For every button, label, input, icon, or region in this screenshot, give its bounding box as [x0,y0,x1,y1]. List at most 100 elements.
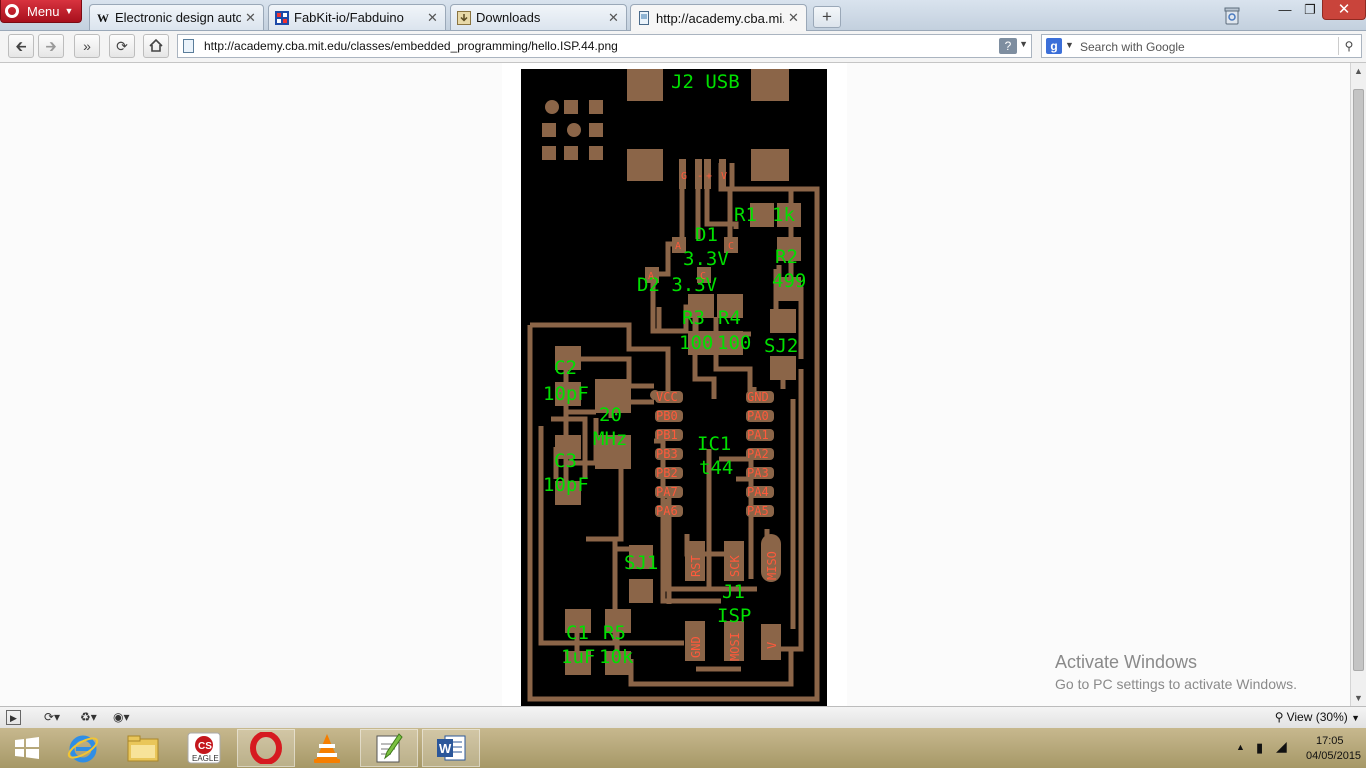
usb-pin-v: V [721,171,727,182]
c1-value: 1uF [561,646,595,668]
close-icon[interactable]: ✕ [427,10,439,26]
c3-label: C3 [554,450,577,472]
window-close-button[interactable]: ✕ [1322,0,1366,20]
maximize-button[interactable]: ❐ [1298,0,1322,20]
minimize-button[interactable]: — [1272,0,1298,20]
search-box[interactable]: g ▼ Search with Google ⚲ [1041,34,1362,58]
r2-label: R2 [775,246,798,268]
download-icon [457,10,471,25]
c1-label: C1 [566,622,589,644]
google-icon[interactable]: g [1046,38,1062,54]
closed-tabs-trash-icon[interactable] [1222,5,1242,25]
taskbar-internet-explorer[interactable] [54,729,112,767]
vertical-scrollbar[interactable]: ▲ ▼ [1350,63,1366,706]
scroll-up-arrow-icon[interactable]: ▲ [1351,63,1366,79]
vlc-icon [314,734,340,763]
d1-cathode: C [728,241,734,252]
sync-icon[interactable]: ⟳▾ [44,710,60,725]
chevron-down-icon: ▼ [64,6,74,16]
tab-strip: Menu ▼ W Electronic design auto... ✕ Fab… [0,0,1366,31]
taskbar-opera[interactable] [237,729,295,767]
chevron-down-icon[interactable]: ▼ [1065,40,1074,50]
isp-pin-gnd: GND [689,636,703,658]
chevron-down-icon[interactable]: ▼ [1019,39,1028,49]
ic-pin-left-4: PB3 [656,447,678,461]
tab-fabkit[interactable]: FabKit-io/Fabduino ✕ [268,4,446,30]
internet-explorer-icon [67,735,99,763]
ic-pin-right-1: GND [747,390,769,404]
tab-electronic-design[interactable]: W Electronic design auto... ✕ [89,4,264,30]
taskbar-file-explorer[interactable] [114,729,172,767]
search-icon[interactable]: ⚲ [1338,37,1359,55]
zoom-icon: ⚲ [1274,710,1284,724]
address-url[interactable]: http://academy.cba.mit.edu/classes/embed… [204,39,618,53]
svg-text:W: W [439,741,452,756]
forward-button[interactable]: 🡲 [38,34,64,58]
ic1-value: t44 [699,457,733,479]
ic-pin-right-6: PA4 [747,485,769,499]
ic-pin-left-6: PA7 [656,485,678,499]
d2-cathode: C [700,271,706,282]
c2-label: C2 [554,357,577,379]
j1-value: ISP [717,605,751,627]
sj2-label: SJ2 [764,335,798,357]
home-button[interactable] [143,34,169,58]
search-placeholder[interactable]: Search with Google [1080,40,1185,54]
eagle-icon: CS EAGLE [187,732,221,764]
ic-pin-left-1: VCC [656,390,678,404]
page-icon [183,39,194,53]
chevron-down-icon: ▼ [1351,713,1360,723]
navigation-bar: 🡰 🡲 » ⟳ http://academy.cba.mit.edu/class… [0,31,1366,63]
crystal-label: 20 [599,404,622,426]
folder-icon [127,735,159,762]
d1-anode: A [675,241,681,252]
reload-icon: ⟳ [116,38,128,54]
page-icon [637,11,651,25]
close-icon[interactable]: ✕ [608,10,620,26]
isp-pin-sck: SCK [728,555,742,577]
battery-icon[interactable]: ▮ [1256,740,1263,756]
clock-time[interactable]: 17:05 [1316,735,1344,747]
taskbar-word[interactable]: W [422,729,480,767]
d1-value: 3.3V [683,248,729,270]
fast-forward-button[interactable]: » [74,34,100,58]
clock-date[interactable]: 04/05/2015 [1306,750,1361,762]
tab-downloads[interactable]: Downloads ✕ [450,4,627,30]
scroll-down-arrow-icon[interactable]: ▼ [1351,690,1366,706]
close-icon[interactable]: ✕ [245,10,257,26]
isp-pin-rst: RST [689,555,703,577]
tab-title: Downloads [476,10,541,25]
back-button[interactable]: 🡰 [8,34,34,58]
taskbar-eagle[interactable]: CS EAGLE [175,729,233,767]
r1-value: 1k [772,204,795,226]
taskbar-vlc[interactable] [298,729,356,767]
usb-pin-g: G [681,171,687,182]
address-bar[interactable]: http://academy.cba.mit.edu/classes/embed… [177,34,1032,58]
opera-logo-icon [5,4,19,18]
new-tab-button[interactable]: + [813,6,841,28]
panel-toggle-icon[interactable]: ▶ [6,710,21,725]
start-button[interactable] [8,729,46,767]
arrow-left-icon: 🡰 [15,38,27,54]
j1-label: J1 [722,581,745,603]
r5-value: 10k [599,646,634,668]
ic-pin-right-2: PA0 [747,409,769,423]
c2-value: 10pF [543,383,589,405]
unite-icon[interactable]: ♻▾ [80,710,97,725]
tab-title: FabKit-io/Fabduino [294,10,404,25]
tab-academy-image[interactable]: http://academy.cba.mi... ✕ [630,4,807,31]
show-hidden-icons-icon[interactable]: ▲ [1236,742,1245,752]
signal-icon[interactable]: ◢ [1276,738,1287,755]
scrollbar-thumb[interactable] [1353,89,1364,671]
reload-button[interactable]: ⟳ [109,34,135,58]
opera-menu-button[interactable]: Menu ▼ [0,0,82,23]
taskbar-notepad-plus[interactable] [360,729,418,767]
close-icon[interactable]: ✕ [788,10,800,26]
r4-label: R4 [718,307,741,329]
zoom-control[interactable]: ⚲ View (30%) ▼ [1275,710,1360,724]
status-bar: ▶ ⟳▾ ♻▾ ◉▾ ⚲ View (30%) ▼ [0,706,1366,728]
help-icon[interactable]: ? [999,38,1017,54]
windows-logo-icon [15,737,39,759]
pcb-image: J2 USB R1 1k D1 3.3V R2 499 D2 3.3V R3 R… [521,69,827,706]
turbo-icon[interactable]: ◉▾ [113,710,130,725]
